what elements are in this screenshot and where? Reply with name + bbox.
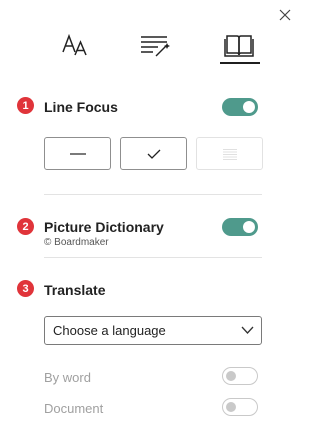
selected-tab-indicator: [220, 62, 260, 64]
by-word-label: By word: [44, 370, 91, 385]
line-focus-one-line-button[interactable]: [44, 137, 111, 170]
checkmark-icon: [147, 149, 160, 159]
by-word-toggle[interactable]: [222, 367, 258, 385]
chevron-down-icon: [241, 326, 254, 334]
toggle-knob: [226, 371, 236, 381]
toggle-knob: [243, 101, 255, 113]
toggle-knob: [243, 221, 255, 233]
section-divider: [44, 194, 262, 195]
grammar-options-icon: [141, 36, 170, 57]
section-divider: [44, 257, 262, 258]
step-badge-2: 2: [17, 218, 34, 235]
toggle-knob: [226, 402, 236, 412]
language-select-value: Choose a language: [53, 323, 166, 338]
text-size-icon: [62, 33, 87, 56]
step-badge-3: 3: [17, 280, 34, 297]
document-label: Document: [44, 401, 104, 416]
step-badge-1: 1: [17, 97, 34, 114]
five-lines-icon: [222, 148, 237, 160]
line-focus-toggle[interactable]: [222, 98, 258, 116]
reading-preferences-icon: [224, 35, 254, 57]
line-focus-title: Line Focus: [44, 99, 118, 115]
picture-dictionary-title: Picture Dictionary: [44, 219, 164, 235]
options-tabs: [0, 26, 293, 66]
one-line-icon: [69, 152, 86, 155]
close-icon: [279, 9, 291, 21]
document-toggle[interactable]: [222, 398, 258, 416]
tab-text-size[interactable]: [55, 26, 95, 64]
picture-dictionary-toggle[interactable]: [222, 218, 258, 236]
tab-reading-preferences[interactable]: [218, 26, 260, 64]
line-focus-five-lines-button[interactable]: [196, 137, 263, 170]
translate-title: Translate: [44, 282, 106, 298]
tab-grammar-options[interactable]: [135, 26, 175, 64]
language-select[interactable]: Choose a language: [44, 316, 262, 345]
boardmaker-credit: © Boardmaker: [44, 237, 109, 248]
line-focus-three-lines-button[interactable]: [120, 137, 187, 170]
close-button[interactable]: [278, 8, 292, 22]
